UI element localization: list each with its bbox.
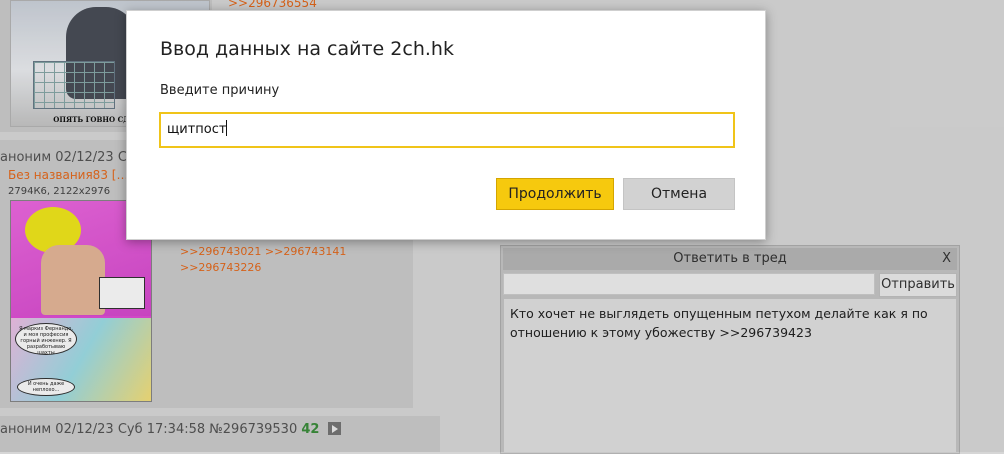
dialog-prompt-label: Введите причину <box>160 83 280 98</box>
reason-input-value: щитпост <box>167 122 227 137</box>
reason-input[interactable]: щитпост <box>159 112 735 148</box>
continue-button[interactable]: Продолжить <box>496 178 614 210</box>
cancel-button[interactable]: Отмена <box>623 178 735 210</box>
dialog-title: Ввод данных на сайте 2ch.hk <box>160 38 454 60</box>
prompt-dialog: Ввод данных на сайте 2ch.hk Введите прич… <box>126 10 766 240</box>
text-caret <box>226 120 228 136</box>
